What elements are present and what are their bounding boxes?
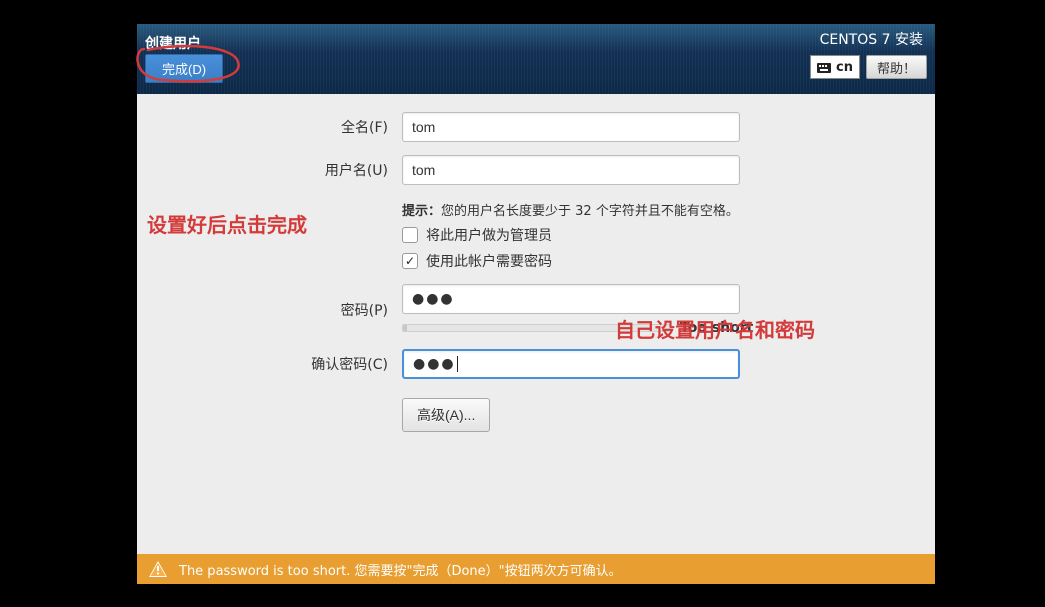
require-password-checkbox[interactable] <box>402 253 418 269</box>
user-form: 全名(F) 用户名(U) 提示：您的用户名长度要少于 32 个字符并且不能有空格… <box>137 112 935 432</box>
keyboard-icon <box>817 62 831 72</box>
page-title: 创建用户 <box>145 33 201 53</box>
help-button[interactable]: 帮助！ <box>866 55 927 79</box>
fullname-label: 全名(F) <box>137 117 402 137</box>
advanced-button[interactable]: 高级(A)... <box>402 398 490 432</box>
top-bar: 创建用户 完成(D) CENTOS 7 安装 cn 帮助！ <box>137 24 935 94</box>
require-password-label: 使用此帐户需要密码 <box>426 251 552 271</box>
password-field[interactable]: ●●● <box>402 284 740 314</box>
warning-text: The password is too short. 您需要按"完成（Done）… <box>179 560 622 579</box>
keyboard-layout-code: cn <box>836 60 853 75</box>
make-admin-label: 将此用户做为管理员 <box>426 225 552 245</box>
confirm-password-label: 确认密码(C) <box>137 354 402 374</box>
installer-window: 创建用户 完成(D) CENTOS 7 安装 cn 帮助！ 全名(F) <box>137 24 935 584</box>
make-admin-checkbox-row[interactable]: 将此用户做为管理员 <box>402 225 552 245</box>
warning-icon <box>149 561 167 577</box>
password-strength-label: Too short <box>680 320 753 336</box>
password-label: 密码(P) <box>137 300 402 320</box>
make-admin-checkbox[interactable] <box>402 227 418 243</box>
username-label: 用户名(U) <box>137 160 402 180</box>
content-area: 全名(F) 用户名(U) 提示：您的用户名长度要少于 32 个字符并且不能有空格… <box>137 94 935 554</box>
require-password-checkbox-row[interactable]: 使用此帐户需要密码 <box>402 251 552 271</box>
username-field[interactable] <box>402 155 740 185</box>
warning-bar: The password is too short. 您需要按"完成（Done）… <box>137 554 935 584</box>
keyboard-layout-selector[interactable]: cn <box>810 55 860 79</box>
username-hint: 提示：您的用户名长度要少于 32 个字符并且不能有空格。 <box>402 200 739 219</box>
confirm-password-field[interactable]: ●●● <box>402 349 740 379</box>
done-button[interactable]: 完成(D) <box>145 54 223 83</box>
installer-title: CENTOS 7 安装 <box>820 29 923 49</box>
fullname-field[interactable] <box>402 112 740 142</box>
password-strength-bar <box>402 324 670 332</box>
